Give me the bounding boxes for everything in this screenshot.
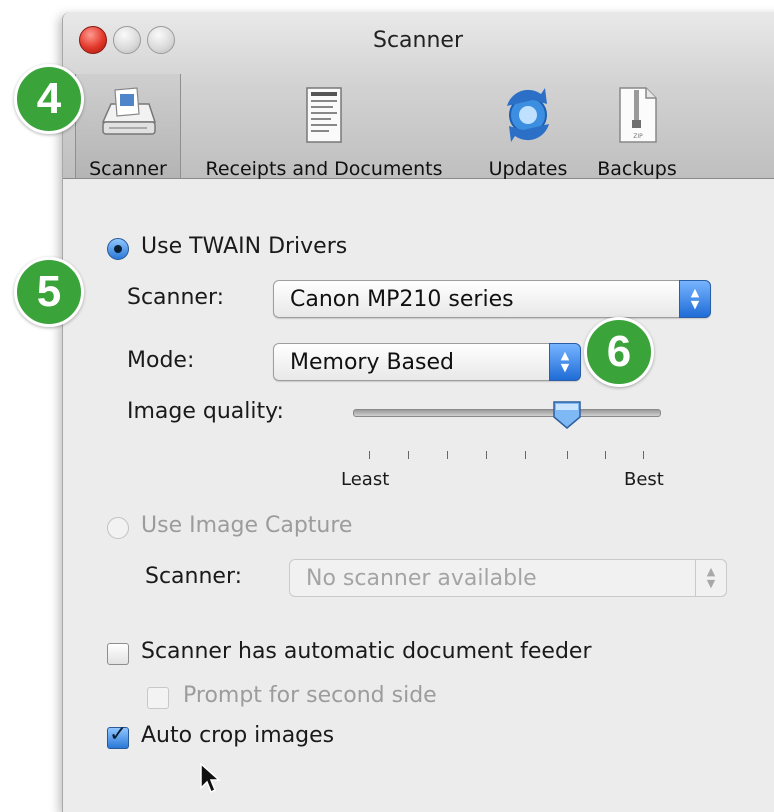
twain-scanner-popup[interactable]: Canon MP210 series ▲ ▼ [273, 280, 711, 318]
svg-text:ZIP: ZIP [633, 133, 643, 140]
slider-tick [369, 451, 370, 459]
adf-checkbox[interactable] [107, 643, 129, 665]
minimize-button[interactable] [113, 26, 141, 54]
auto-crop-checkbox[interactable] [107, 722, 129, 749]
image-quality-slider-thumb[interactable] [551, 399, 583, 431]
twain-drivers-radio[interactable] [107, 238, 129, 260]
toolbar-item-receipts-and-documents[interactable]: Receipts and Documents [185, 74, 463, 180]
slider-tick [605, 451, 606, 459]
image-quality-slider-track[interactable] [353, 409, 661, 417]
toolbar-item-updates[interactable]: Updates [473, 74, 583, 180]
mouse-pointer-icon [199, 762, 223, 798]
popup-stepper-icon: ▲ ▼ [549, 343, 581, 381]
twain-scanner-value: Canon MP210 series [290, 287, 514, 312]
scanner-preferences-window: Scanner Scanner Receipts and Documents U… [62, 12, 774, 812]
image-quality-label: Image quality: [127, 399, 284, 424]
slider-tick [567, 451, 568, 459]
callout-badge-6: 6 [584, 317, 654, 387]
image-capture-radio[interactable] [107, 517, 129, 539]
second-side-label: Prompt for second side [183, 683, 437, 708]
twain-scanner-label: Scanner: [127, 285, 225, 310]
popup-stepper-icon: ▲ ▼ [695, 559, 727, 597]
auto-crop-label: Auto crop images [141, 723, 335, 748]
preferences-panel: Use TWAIN Drivers Scanner: Canon MP210 s… [63, 179, 774, 812]
slider-tick [408, 451, 409, 459]
updates-icon [497, 84, 559, 146]
mode-popup[interactable]: Memory Based ▲ ▼ [273, 343, 581, 381]
adf-label: Scanner has automatic document feeder [141, 639, 592, 664]
toolbar-item-label: Scanner [89, 158, 167, 180]
zoom-button[interactable] [147, 26, 175, 54]
toolbar-item-backups[interactable]: ZIP Backups [585, 74, 689, 180]
toolbar-item-scanner[interactable]: Scanner [75, 74, 181, 180]
zip-file-icon: ZIP [606, 84, 668, 146]
toolbar-item-label: Backups [597, 158, 677, 180]
receipt-icon [293, 84, 355, 146]
mode-value: Memory Based [290, 350, 455, 375]
window-title: Scanner [373, 28, 464, 53]
close-button[interactable] [79, 26, 107, 54]
image-capture-scanner-value: No scanner available [306, 566, 537, 591]
callout-badge-5: 5 [14, 257, 84, 327]
toolbar-item-label: Updates [488, 158, 568, 180]
image-capture-scanner-popup[interactable]: No scanner available ▲ ▼ [289, 559, 727, 597]
second-side-checkbox[interactable] [147, 687, 169, 709]
image-capture-scanner-label: Scanner: [145, 564, 243, 589]
quality-min-label: Least [341, 469, 390, 490]
quality-max-label: Best [624, 469, 664, 490]
toolbar-item-label: Receipts and Documents [205, 158, 443, 180]
slider-tick [486, 451, 487, 459]
popup-stepper-icon: ▲ ▼ [679, 280, 711, 318]
twain-drivers-label: Use TWAIN Drivers [141, 234, 348, 259]
scanner-icon [97, 84, 159, 146]
slider-tick [447, 451, 448, 459]
slider-tick [525, 451, 526, 459]
title-bar: Scanner Scanner Receipts and Documents U… [63, 12, 774, 180]
slider-tick [643, 451, 644, 459]
callout-badge-4: 4 [14, 64, 84, 134]
image-capture-label: Use Image Capture [141, 513, 353, 538]
mode-label: Mode: [127, 348, 195, 373]
